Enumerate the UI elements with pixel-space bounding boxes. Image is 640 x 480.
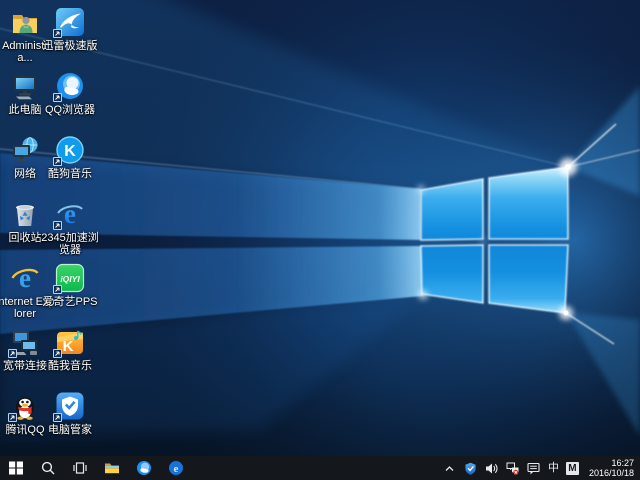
- shield-icon: [464, 462, 477, 475]
- desktop-area[interactable]: Administra... 迅雷极速版: [0, 0, 640, 456]
- windows-hero-wallpaper: [0, 0, 640, 456]
- broadband-connection-icon: [10, 327, 40, 357]
- 2345-browser-icon: e: [168, 460, 184, 476]
- desktop-icon-kuwo-music[interactable]: K 酷我音乐: [46, 327, 94, 372]
- qq-browser-icon: [55, 71, 85, 101]
- user-folder-icon: [10, 7, 40, 37]
- shortcut-arrow-badge: [8, 413, 17, 422]
- icon-label: 迅雷极速版: [40, 40, 100, 52]
- xunlei-bird-icon: [55, 7, 85, 37]
- task-view-icon: [72, 460, 88, 476]
- svg-text:K: K: [63, 338, 74, 355]
- network-globe-icon: [10, 135, 40, 165]
- iqiyi-pps-icon: iQIYI: [55, 263, 85, 293]
- this-pc-monitor-icon: [10, 71, 40, 101]
- desktop-icon-xunlei[interactable]: 迅雷极速版: [46, 7, 94, 52]
- clock-time: 16:27: [589, 458, 634, 468]
- action-center-icon: [527, 462, 540, 475]
- shortcut-arrow-badge: [53, 221, 62, 230]
- recycle-bin-icon: [10, 199, 40, 229]
- speaker-icon: [485, 462, 498, 475]
- desktop-icon-pc-manager[interactable]: 电脑管家: [46, 391, 94, 436]
- file-explorer-icon: [104, 460, 120, 476]
- tray-network-button[interactable]: [506, 460, 520, 476]
- desktop-icon-iqiyi-pps[interactable]: iQIYI 爱奇艺PPS: [46, 263, 94, 308]
- search-button[interactable]: [32, 456, 64, 480]
- ime-mode-badge-button[interactable]: M: [566, 462, 579, 475]
- tray-pc-manager-button[interactable]: [464, 460, 478, 476]
- icon-label: 酷狗音乐: [40, 168, 100, 180]
- 2345-browser-icon: e: [55, 199, 85, 229]
- shortcut-arrow-badge: [53, 413, 62, 422]
- chevron-up-icon: [443, 462, 456, 475]
- svg-text:iQIYI: iQIYI: [60, 274, 80, 284]
- 2345-browser-taskbar-button[interactable]: e: [160, 456, 192, 480]
- ime-language-mode-button[interactable]: 中: [548, 460, 559, 476]
- taskbar: e: [0, 456, 640, 480]
- taskbar-left: e: [0, 456, 192, 480]
- desktop-icon-kugou-music[interactable]: K 酷狗音乐: [46, 135, 94, 180]
- desktop-icon-internet-explorer[interactable]: e Internet Explorer: [1, 263, 49, 320]
- shortcut-arrow-badge: [53, 29, 62, 38]
- kuwo-music-icon: K: [55, 327, 85, 357]
- shortcut-arrow-badge: [53, 93, 62, 102]
- icon-label: QQ浏览器: [40, 104, 100, 116]
- svg-text:e: e: [19, 263, 31, 293]
- shortcut-arrow-badge: [53, 157, 62, 166]
- qq-browser-icon: [136, 460, 152, 476]
- shortcut-arrow-badge: [53, 285, 62, 294]
- kugou-music-icon: K: [55, 135, 85, 165]
- icon-label: 2345加速浏览器: [40, 232, 100, 256]
- file-explorer-button[interactable]: [96, 456, 128, 480]
- icon-label: 酷我音乐: [40, 360, 100, 372]
- taskbar-clock[interactable]: 16:27 2016/10/18: [586, 458, 634, 478]
- system-tray: 中 M 16:27 2016/10/18: [443, 456, 640, 480]
- desktop-icon-2345-browser[interactable]: e 2345加速浏览器: [46, 199, 94, 256]
- icon-label: 爱奇艺PPS: [40, 296, 100, 308]
- tray-volume-button[interactable]: [485, 460, 499, 476]
- task-view-button[interactable]: [64, 456, 96, 480]
- start-button[interactable]: [0, 456, 32, 480]
- svg-text:e: e: [64, 199, 76, 229]
- qq-penguin-icon: [10, 391, 40, 421]
- desktop-icon-administrator[interactable]: Administra...: [1, 7, 49, 64]
- desktop-icon-qq-browser[interactable]: QQ浏览器: [46, 71, 94, 116]
- search-icon: [40, 460, 56, 476]
- tray-chevron-button[interactable]: [443, 460, 457, 476]
- clock-date: 2016/10/18: [589, 468, 634, 478]
- tray-action-center-button[interactable]: [527, 460, 541, 476]
- windows-logo-icon: [8, 460, 24, 476]
- network-disconnected-icon: [506, 462, 519, 475]
- svg-text:e: e: [174, 463, 179, 475]
- shortcut-arrow-badge: [53, 349, 62, 358]
- qq-browser-taskbar-button[interactable]: [128, 456, 160, 480]
- pc-manager-shield-icon: [55, 391, 85, 421]
- svg-text:K: K: [64, 143, 76, 160]
- shortcut-arrow-badge: [8, 349, 17, 358]
- icon-label: 电脑管家: [40, 424, 100, 436]
- internet-explorer-icon: e: [10, 263, 40, 293]
